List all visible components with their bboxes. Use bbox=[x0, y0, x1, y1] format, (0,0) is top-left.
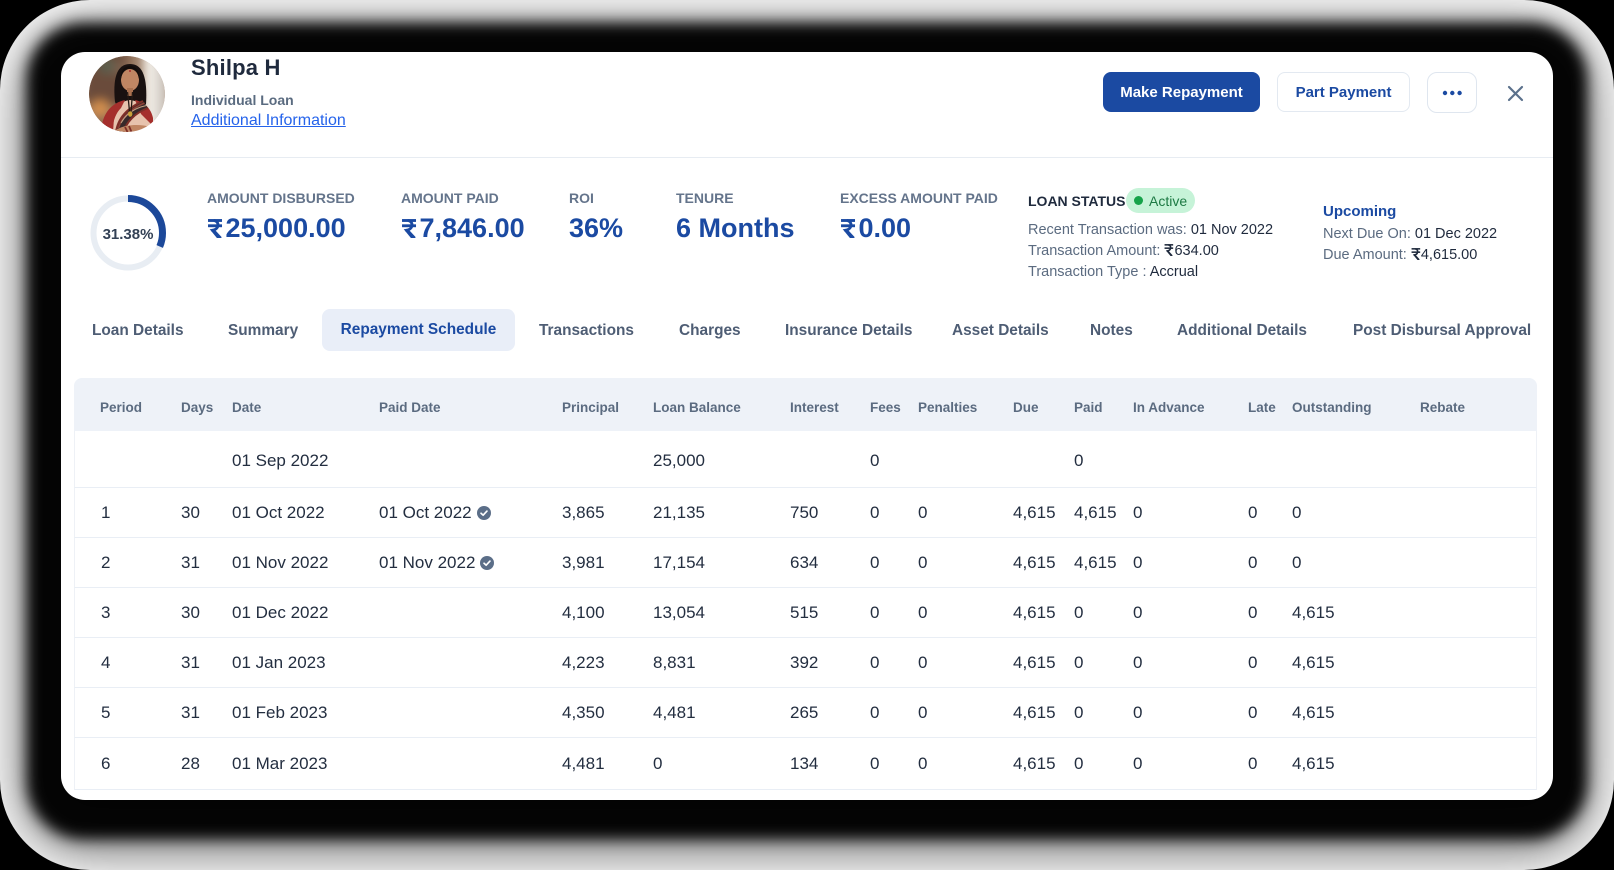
svg-text:31.38%: 31.38% bbox=[103, 226, 154, 243]
